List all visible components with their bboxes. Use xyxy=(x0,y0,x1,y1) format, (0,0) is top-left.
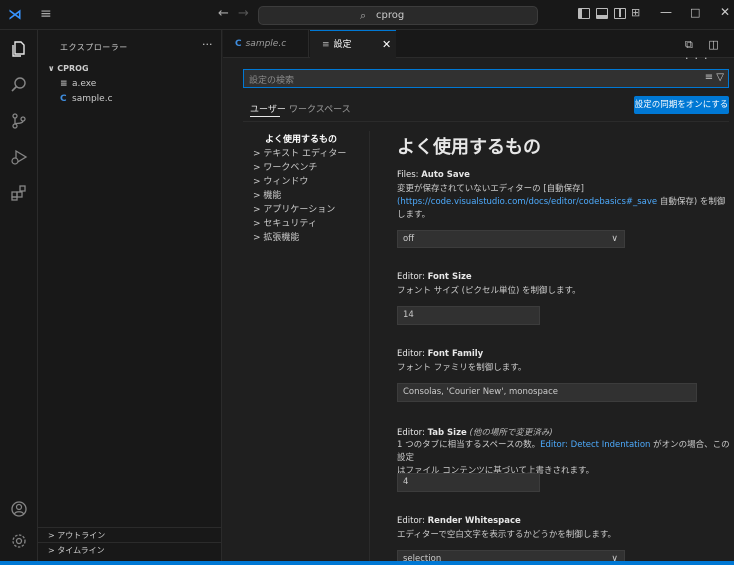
tab-label: 設定 xyxy=(333,40,352,50)
toggle-secondary-sidebar-icon[interactable] xyxy=(614,8,626,19)
file-name: sample.c xyxy=(72,94,113,104)
setting-title-tab-size: Editor: Tab Size (他の場所で変更済み) xyxy=(397,428,553,438)
settings-file-icon: ≡ xyxy=(322,40,330,50)
search-icon[interactable] xyxy=(9,76,29,96)
tab-user[interactable]: ユーザー xyxy=(250,102,286,115)
section-title: よく使用するもの xyxy=(397,137,541,158)
toc-item-security[interactable]: > セキュリティ xyxy=(253,216,317,229)
c-file-icon: C xyxy=(235,39,242,49)
font-size-input[interactable]: 14 xyxy=(397,306,540,325)
c-file-icon: C xyxy=(60,94,67,104)
setting-title-auto-save: Files: Auto Save xyxy=(397,170,470,180)
auto-save-select[interactable]: off ∨ xyxy=(397,230,625,248)
font-family-input[interactable]: Consolas, 'Courier New', monospace xyxy=(397,383,697,402)
maximize-icon[interactable]: □ xyxy=(690,6,700,19)
source-control-icon[interactable] xyxy=(9,112,29,132)
chevron-down-icon: ∨ xyxy=(611,234,618,244)
file-item-sample-c[interactable]: Csample.c xyxy=(60,94,113,104)
explorer-sidebar: エクスプローラー ··· ∨ CPROG ≡ a.exe Csample.c > … xyxy=(38,30,222,561)
minimize-icon[interactable]: — xyxy=(660,5,672,19)
auto-save-doc-link[interactable]: (https://code.visualstudio.com/docs/edit… xyxy=(397,197,657,207)
title-bar: ⋊ ≡ ← → ⌕ cprog ⊞ — □ ✕ xyxy=(0,0,734,30)
tab-label: sample.c xyxy=(245,39,287,49)
toc-item-workbench[interactable]: > ワークベンチ xyxy=(253,160,317,173)
setting-title-render-whitespace: Editor: Render Whitespace xyxy=(397,516,521,526)
folder-cprog[interactable]: ∨ CPROG xyxy=(48,64,89,73)
more-actions-icon[interactable]: ··· xyxy=(202,38,213,51)
divider xyxy=(243,121,729,122)
back-arrow-icon[interactable]: ← xyxy=(218,6,229,21)
detect-indentation-link[interactable]: Editor: Detect Indentation xyxy=(540,440,650,450)
editor-tabs: Csample.c ≡設定 ✕ ⧉ ◫ ··· xyxy=(223,30,734,65)
toc-item-window[interactable]: > ウィンドウ xyxy=(253,174,308,187)
settings-editor: 設定の検索 ≡ ▽ ユーザー ワークスペース 設定の同期をオンにする よく使用す… xyxy=(223,59,734,561)
divider xyxy=(38,542,222,543)
file-exe-icon: ≡ xyxy=(60,79,68,89)
toc-item-application[interactable]: > アプリケーション xyxy=(253,202,335,215)
tab-size-input[interactable]: 4 xyxy=(397,473,540,492)
sidebar-title: エクスプローラー xyxy=(60,43,128,52)
active-tab-indicator xyxy=(250,116,280,117)
command-center-search[interactable]: ⌕ cprog xyxy=(258,6,538,25)
toc-item-text-editor[interactable]: > テキスト エディター xyxy=(253,146,346,159)
vscode-logo-icon: ⋊ xyxy=(8,7,22,23)
search-placeholder: 設定の検索 xyxy=(249,76,295,86)
tab-settings[interactable]: ≡ 設定 ✕ xyxy=(310,30,396,59)
divider xyxy=(38,527,222,528)
tab-workspace[interactable]: ワークスペース xyxy=(289,102,351,115)
file-name: a.exe xyxy=(72,79,97,89)
forward-arrow-icon[interactable]: → xyxy=(238,6,249,21)
settings-sync-button[interactable]: 設定の同期をオンにする xyxy=(634,96,729,114)
render-whitespace-select[interactable]: selection ∨ xyxy=(397,550,625,561)
toggle-panel-icon[interactable] xyxy=(596,8,608,19)
tab-sample-c[interactable]: Csample.c xyxy=(223,30,309,58)
toc-divider xyxy=(369,131,370,561)
toc-item-commonly-used[interactable]: よく使用するもの xyxy=(265,132,337,145)
setting-desc-font-family: フォント ファミリを制御します。 xyxy=(397,363,527,373)
account-icon[interactable] xyxy=(9,500,29,520)
toc-item-features[interactable]: > 機能 xyxy=(253,188,281,201)
toc-item-extensions[interactable]: > 拡張機能 xyxy=(253,230,299,243)
command-center-text: cprog xyxy=(376,10,405,21)
close-tab-icon[interactable]: ✕ xyxy=(382,31,391,59)
menu-icon[interactable]: ≡ xyxy=(40,6,52,22)
search-icon: ⌕ xyxy=(360,9,367,22)
setting-title-font-family: Editor: Font Family xyxy=(397,349,484,359)
toggle-primary-sidebar-icon[interactable] xyxy=(578,8,590,19)
setting-desc-render-whitespace: エディターで空白文字を表示するかどうかを制御します。 xyxy=(397,530,617,540)
settings-search-input[interactable]: 設定の検索 ≡ ▽ xyxy=(243,69,729,88)
explorer-icon[interactable] xyxy=(9,40,29,60)
status-bar xyxy=(0,561,734,565)
setting-title-font-size: Editor: Font Size xyxy=(397,272,472,282)
filter-icon[interactable]: ≡ ▽ xyxy=(705,72,724,83)
extensions-icon[interactable] xyxy=(9,184,29,204)
activity-bar xyxy=(0,30,38,561)
setting-desc-font-size: フォント サイズ (ピクセル単位) を制御します。 xyxy=(397,286,581,296)
run-debug-icon[interactable] xyxy=(9,148,29,168)
customize-layout-icon[interactable]: ⊞ xyxy=(631,6,640,19)
chevron-down-icon: ∨ xyxy=(611,554,618,561)
close-window-icon[interactable]: ✕ xyxy=(720,5,730,19)
gear-icon[interactable] xyxy=(9,532,29,552)
file-item-a-exe[interactable]: ≡ a.exe xyxy=(60,79,96,89)
section-outline[interactable]: > アウトライン xyxy=(48,530,105,541)
section-timeline[interactable]: > タイムライン xyxy=(48,545,105,556)
setting-desc-auto-save: 変更が保存されていないエディターの [自動保存] (https://code.v… xyxy=(397,184,726,220)
